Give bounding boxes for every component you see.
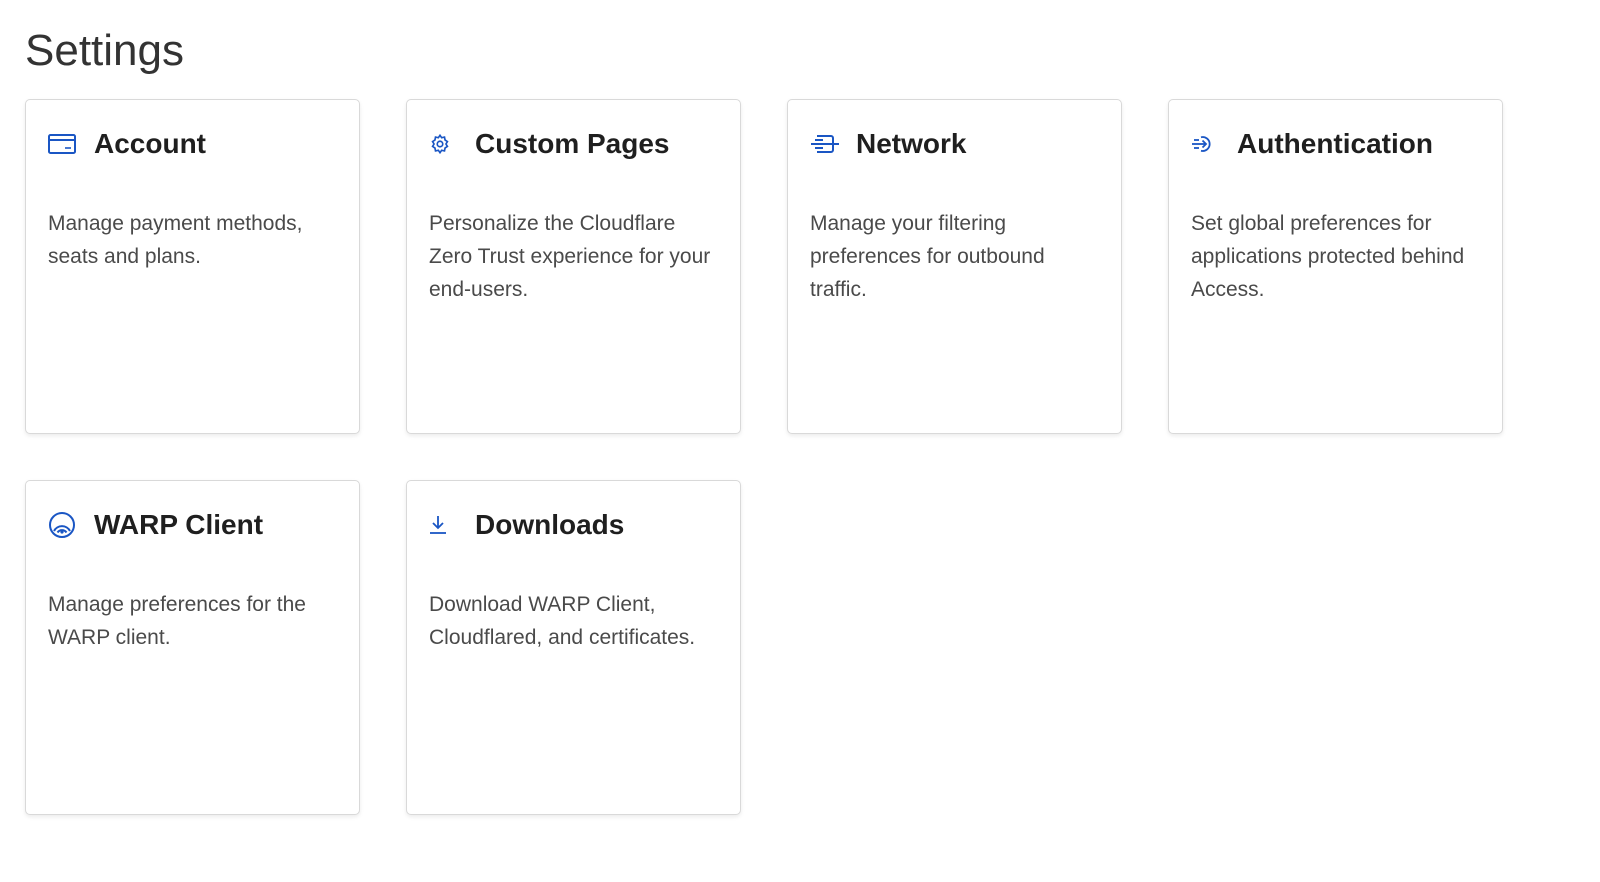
card-description: Set global preferences for applications …: [1191, 212, 1465, 301]
page-title: Settings: [25, 26, 184, 75]
custom-pages-card[interactable]: Custom Pages Personalize the Cloudflare …: [406, 99, 741, 434]
card-title: Network: [856, 128, 967, 159]
warp-icon: [48, 510, 78, 540]
card-header: Custom Pages: [429, 127, 718, 161]
gear-icon: [429, 129, 459, 159]
card-description: Manage preferences for the WARP client.: [48, 593, 306, 649]
warp-client-card[interactable]: WARP Client Manage preferences for the W…: [25, 480, 360, 815]
download-icon: [429, 510, 459, 540]
card-description: Download WARP Client, Cloudflared, and c…: [429, 593, 696, 649]
settings-card-grid: Account Manage payment methods, seats an…: [25, 99, 1503, 815]
downloads-card[interactable]: Downloads Download WARP Client, Cloudfla…: [406, 480, 741, 815]
credit-card-icon: [48, 129, 78, 159]
card-header: Account: [48, 127, 337, 161]
card-title: Downloads: [475, 509, 625, 540]
card-title: Custom Pages: [475, 128, 670, 159]
card-description: Manage payment methods, seats and plans.: [48, 212, 303, 268]
card-title: Authentication: [1237, 128, 1433, 159]
authentication-card[interactable]: Authentication Set global preferences fo…: [1168, 99, 1503, 434]
card-header: Network: [810, 127, 1099, 161]
card-header: Downloads: [429, 508, 718, 542]
card-header: WARP Client: [48, 508, 337, 542]
card-header: Authentication: [1191, 127, 1480, 161]
card-title: Account: [94, 128, 206, 159]
account-card[interactable]: Account Manage payment methods, seats an…: [25, 99, 360, 434]
network-icon: [810, 129, 840, 159]
sign-in-icon: [1191, 129, 1221, 159]
card-description: Personalize the Cloudflare Zero Trust ex…: [429, 212, 711, 301]
card-title: WARP Client: [94, 509, 264, 540]
network-card[interactable]: Network Manage your filtering preference…: [787, 99, 1122, 434]
card-description: Manage your filtering preferences for ou…: [810, 212, 1045, 301]
